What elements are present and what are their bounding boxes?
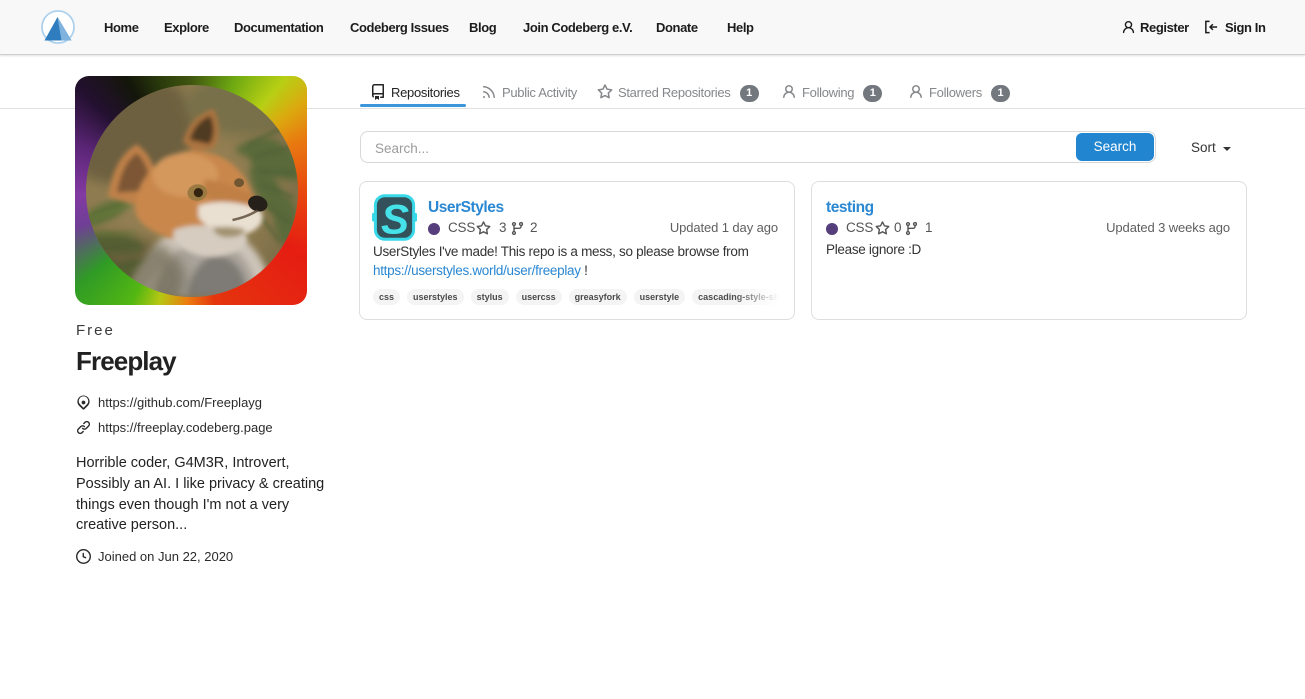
svg-text:S: S: [381, 196, 409, 242]
